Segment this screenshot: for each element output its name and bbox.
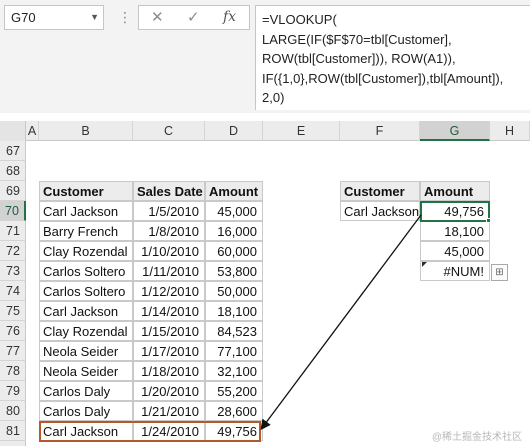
lookup-arrow [260,214,422,431]
watermark: @稀土掘金技术社区 [431,432,522,443]
arrow-overlay [260,214,422,431]
